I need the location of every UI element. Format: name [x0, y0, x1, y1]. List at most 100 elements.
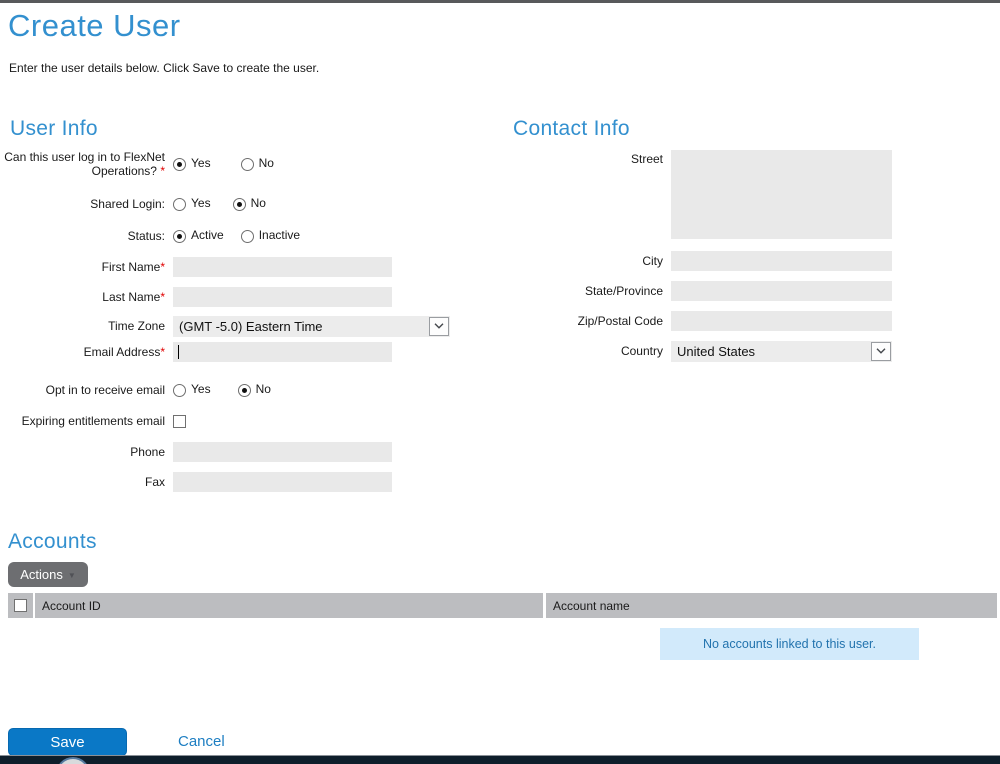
- email-label: Email Address*: [0, 345, 165, 359]
- shared-login-yes-option: Yes: [173, 197, 211, 211]
- shared-login-yes-label: Yes: [191, 196, 211, 210]
- required-asterisk: *: [160, 345, 165, 359]
- login-options: Yes No: [173, 157, 274, 171]
- first-name-label-text: First Name: [102, 260, 161, 274]
- account-name-column-header[interactable]: Account name: [546, 593, 997, 618]
- phone-field[interactable]: [173, 442, 392, 462]
- opt-in-no-radio[interactable]: [238, 384, 251, 397]
- actions-button-label: Actions: [20, 567, 63, 582]
- login-label-text: Can this user log in to FlexNet Operatio…: [4, 150, 165, 178]
- expiring-email-row: Expiring entitlements email: [0, 413, 460, 429]
- status-active-radio[interactable]: [173, 230, 186, 243]
- shared-login-no-label: No: [251, 196, 266, 210]
- required-asterisk: *: [160, 290, 165, 304]
- accounts-table-header: Account ID Account name: [8, 593, 997, 618]
- login-yes-radio[interactable]: [173, 158, 186, 171]
- window-top-bar: [0, 0, 1000, 3]
- user-info-heading: User Info: [10, 117, 98, 141]
- street-field[interactable]: [671, 150, 892, 239]
- opt-in-no-label: No: [256, 382, 271, 396]
- chevron-down-icon[interactable]: [429, 317, 449, 336]
- actions-button[interactable]: Actions ▼: [8, 562, 88, 587]
- city-row: City: [498, 250, 968, 271]
- status-inactive-radio[interactable]: [241, 230, 254, 243]
- opt-in-yes-label: Yes: [191, 382, 211, 396]
- country-value: United States: [677, 344, 755, 359]
- chevron-down-icon[interactable]: [871, 342, 891, 361]
- login-no-label: No: [259, 156, 274, 170]
- first-name-row: First Name*: [0, 256, 460, 277]
- street-label: Street: [498, 150, 663, 166]
- fax-label: Fax: [0, 475, 165, 489]
- opt-in-label: Opt in to receive email: [0, 383, 165, 397]
- zip-row: Zip/Postal Code: [498, 310, 968, 331]
- login-label: Can this user log in to FlexNet Operatio…: [0, 150, 165, 178]
- status-row: Status: Active Inactive: [0, 228, 460, 244]
- status-label: Status:: [0, 229, 165, 243]
- account-id-column-header[interactable]: Account ID: [35, 593, 543, 618]
- city-field[interactable]: [671, 251, 892, 271]
- time-zone-value: (GMT -5.0) Eastern Time: [179, 319, 323, 334]
- first-name-label: First Name*: [0, 260, 165, 274]
- time-zone-row: Time Zone (GMT -5.0) Eastern Time: [0, 315, 460, 337]
- shared-login-label: Shared Login:: [0, 197, 165, 211]
- status-options: Active Inactive: [173, 229, 300, 243]
- email-row: Email Address*: [0, 341, 460, 362]
- email-field[interactable]: [173, 342, 392, 362]
- email-label-text: Email Address: [84, 345, 161, 359]
- shared-login-options: Yes No: [173, 197, 266, 211]
- time-zone-label: Time Zone: [0, 319, 165, 333]
- opt-in-yes-option: Yes: [173, 383, 211, 397]
- expiring-email-checkbox[interactable]: [173, 415, 186, 428]
- country-select[interactable]: United States: [671, 341, 892, 362]
- page-title: Create User: [8, 8, 181, 44]
- last-name-label: Last Name*: [0, 290, 165, 304]
- fax-row: Fax: [0, 471, 460, 492]
- no-accounts-message: No accounts linked to this user.: [660, 628, 919, 660]
- shared-login-yes-radio[interactable]: [173, 198, 186, 211]
- window-bottom-bar: [0, 755, 1000, 764]
- last-name-field[interactable]: [173, 287, 392, 307]
- country-label: Country: [498, 344, 663, 358]
- caret-down-icon: ▼: [68, 571, 76, 580]
- shared-login-no-radio[interactable]: [233, 198, 246, 211]
- first-name-field[interactable]: [173, 257, 392, 277]
- select-all-cell: [8, 593, 33, 618]
- state-label: State/Province: [498, 284, 663, 298]
- accounts-heading: Accounts: [8, 530, 97, 554]
- radio-dot-icon: [237, 202, 242, 207]
- select-all-checkbox[interactable]: [14, 599, 27, 612]
- status-inactive-label: Inactive: [259, 228, 300, 242]
- status-active-label: Active: [191, 228, 224, 242]
- create-user-page: Create User Enter the user details below…: [0, 0, 1000, 764]
- last-name-row: Last Name*: [0, 286, 460, 307]
- expiring-email-label: Expiring entitlements email: [0, 414, 165, 428]
- shared-login-row: Shared Login: Yes No: [0, 196, 460, 212]
- radio-dot-icon: [177, 162, 182, 167]
- login-row: Can this user log in to FlexNet Operatio…: [0, 149, 460, 179]
- state-field[interactable]: [671, 281, 892, 301]
- required-asterisk: *: [157, 164, 165, 178]
- fax-field[interactable]: [173, 472, 392, 492]
- login-yes-label: Yes: [191, 156, 211, 170]
- time-zone-select[interactable]: (GMT -5.0) Eastern Time: [173, 316, 450, 337]
- state-row: State/Province: [498, 280, 968, 301]
- status-inactive-option: Inactive: [241, 229, 300, 243]
- shared-login-no-option: No: [233, 197, 266, 211]
- save-button[interactable]: Save: [8, 728, 127, 756]
- status-active-option: Active: [173, 229, 224, 243]
- contact-info-heading: Contact Info: [513, 117, 630, 141]
- text-cursor: [178, 345, 179, 359]
- page-subtitle: Enter the user details below. Click Save…: [9, 61, 319, 75]
- login-no-option: No: [241, 157, 274, 171]
- cancel-link[interactable]: Cancel: [178, 733, 225, 750]
- radio-dot-icon: [177, 234, 182, 239]
- phone-label: Phone: [0, 445, 165, 459]
- phone-row: Phone: [0, 441, 460, 462]
- opt-in-yes-radio[interactable]: [173, 384, 186, 397]
- login-no-radio[interactable]: [241, 158, 254, 171]
- city-label: City: [498, 254, 663, 268]
- required-asterisk: *: [160, 260, 165, 274]
- opt-in-row: Opt in to receive email Yes No: [0, 382, 460, 398]
- zip-field[interactable]: [671, 311, 892, 331]
